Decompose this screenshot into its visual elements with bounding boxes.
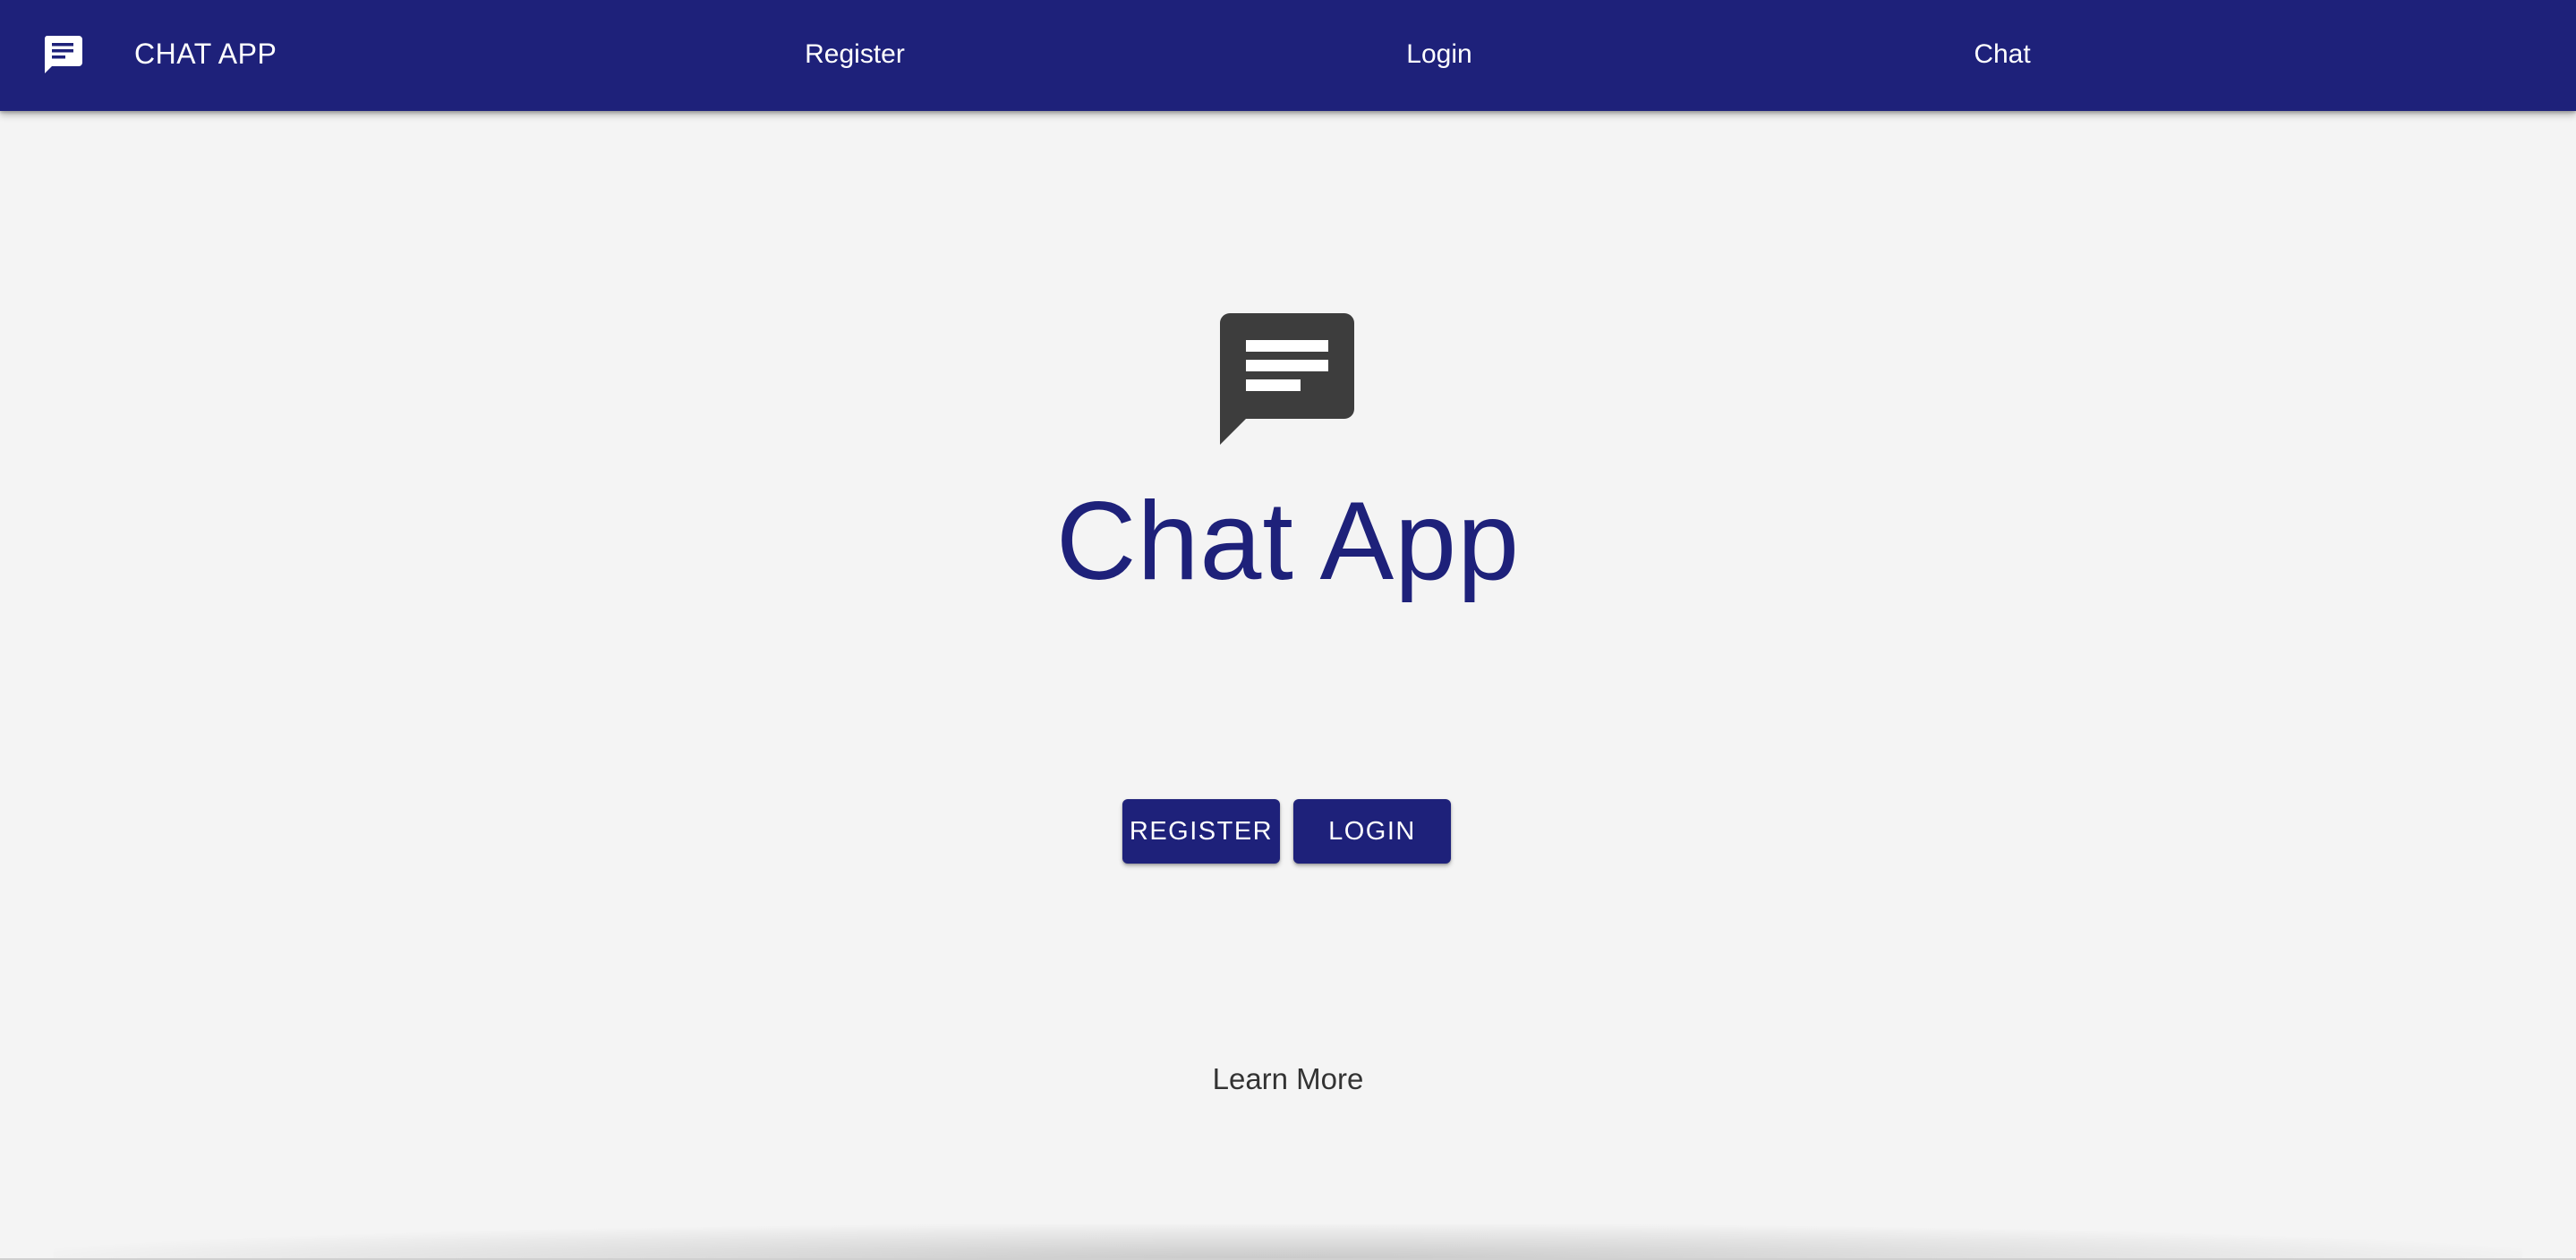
- nav-login-link[interactable]: Login: [1406, 36, 1471, 73]
- nav-register-link[interactable]: Register: [805, 36, 905, 73]
- landing-page: CHAT APP Register Login Chat Chat App RE…: [0, 0, 2576, 1260]
- nav-chat-link[interactable]: Chat: [1974, 36, 2030, 73]
- chat-bubble-icon: [1219, 312, 1355, 448]
- bottom-shadow: [54, 1224, 2522, 1260]
- chat-bubble-icon[interactable]: [41, 32, 84, 77]
- login-button[interactable]: LOGIN: [1293, 799, 1451, 864]
- hero-title: Chat App: [1055, 480, 1521, 603]
- learn-more-section: Learn More: [0, 1059, 2576, 1100]
- top-app-bar: CHAT APP Register Login Chat: [0, 0, 2576, 111]
- register-button[interactable]: REGISTER: [1122, 799, 1280, 864]
- app-brand-title: CHAT APP: [134, 38, 277, 70]
- learn-more-link[interactable]: Learn More: [1213, 1062, 1364, 1095]
